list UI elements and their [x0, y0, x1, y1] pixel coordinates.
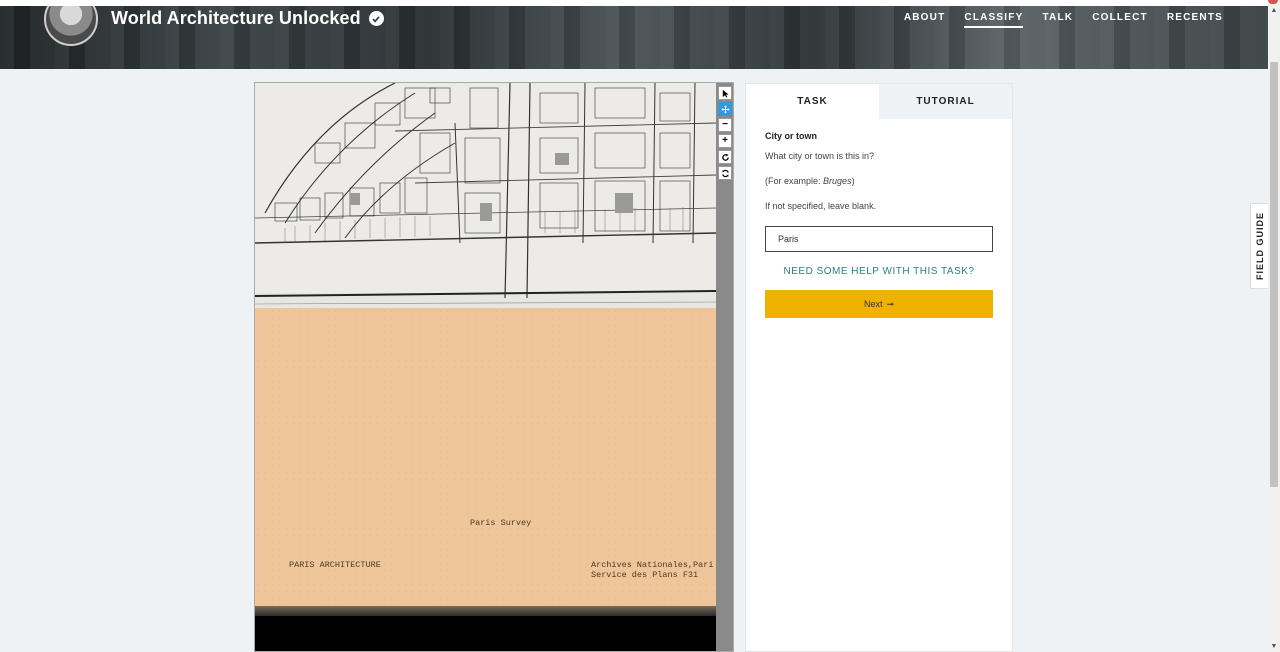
subject-viewer[interactable]: Paris Survey PARIS ARCHITECTURE Archives…: [254, 82, 734, 652]
scroll-up-icon[interactable]: ▲: [1268, 4, 1280, 16]
task-help-link[interactable]: NEED SOME HELP WITH THIS TASK?: [765, 266, 993, 277]
zoom-in-icon[interactable]: +: [718, 134, 732, 148]
move-icon[interactable]: [718, 102, 732, 116]
paper-left-label: PARIS ARCHITECTURE: [289, 560, 381, 570]
task-example-suffix: ): [851, 176, 855, 186]
nav-about[interactable]: ABOUT: [904, 12, 946, 28]
field-guide-tab[interactable]: FIELD GUIDE: [1250, 203, 1268, 289]
task-example-prefix: (For example:: [765, 176, 824, 186]
task-example: (For example: Bruges): [765, 176, 993, 186]
project-header: World Architecture Unlocked ABOUT CLASSI…: [0, 0, 1268, 69]
nav-recents[interactable]: RECENTS: [1167, 12, 1223, 28]
zoom-out-icon[interactable]: −: [718, 118, 732, 132]
scroll-down-icon[interactable]: ▼: [1268, 640, 1280, 652]
rotate-icon[interactable]: [718, 150, 732, 164]
verified-icon: [368, 11, 384, 26]
task-example-value: Bruges: [823, 176, 852, 186]
next-button-label: Next: [863, 299, 883, 309]
city-answer-input[interactable]: [765, 226, 993, 252]
scroll-thumb[interactable]: [1270, 62, 1278, 487]
arrow-right-icon: ➞: [886, 298, 895, 309]
task-instruction: If not specified, leave blank.: [765, 201, 877, 211]
nav-talk[interactable]: TALK: [1042, 12, 1073, 28]
project-title[interactable]: World Architecture Unlocked: [111, 8, 384, 29]
task-body: City or town What city or town is this i…: [746, 119, 1012, 330]
tab-tutorial[interactable]: TUTORIAL: [879, 84, 1012, 119]
viewer-tools: − +: [718, 86, 732, 180]
project-nav: ABOUT CLASSIFY TALK COLLECT RECENTS: [904, 12, 1223, 28]
field-guide-label: FIELD GUIDE: [1254, 211, 1265, 281]
paper-bottom-edge: [255, 606, 716, 616]
reset-icon[interactable]: [718, 166, 732, 180]
next-button[interactable]: Next ➞: [765, 290, 993, 318]
project-avatar[interactable]: [44, 0, 98, 46]
project-title-text: World Architecture Unlocked: [111, 8, 361, 28]
pointer-icon[interactable]: [718, 86, 732, 100]
task-title: City or town: [765, 131, 817, 141]
subject-image[interactable]: Paris Survey PARIS ARCHITECTURE Archives…: [255, 83, 716, 651]
catalog-card: Paris Survey PARIS ARCHITECTURE Archives…: [255, 308, 716, 616]
tab-task[interactable]: TASK: [746, 84, 879, 119]
task-tabs: TASK TUTORIAL: [746, 84, 1012, 119]
page-scrollbar[interactable]: ▲ ▼: [1268, 0, 1280, 652]
task-question: What city or town is this in?: [765, 151, 875, 161]
nav-collect[interactable]: COLLECT: [1092, 12, 1148, 28]
task-panel: TASK TUTORIAL City or town What city or …: [745, 83, 1013, 652]
paper-right-label-2: Service des Plans F31: [591, 570, 699, 580]
paper-title: Paris Survey: [470, 518, 532, 528]
nav-classify[interactable]: CLASSIFY: [964, 12, 1024, 28]
map-section: [255, 83, 716, 308]
paper-right-label-1: Archives Nationales,Pari: [591, 560, 714, 570]
map-drawing: [255, 83, 716, 305]
